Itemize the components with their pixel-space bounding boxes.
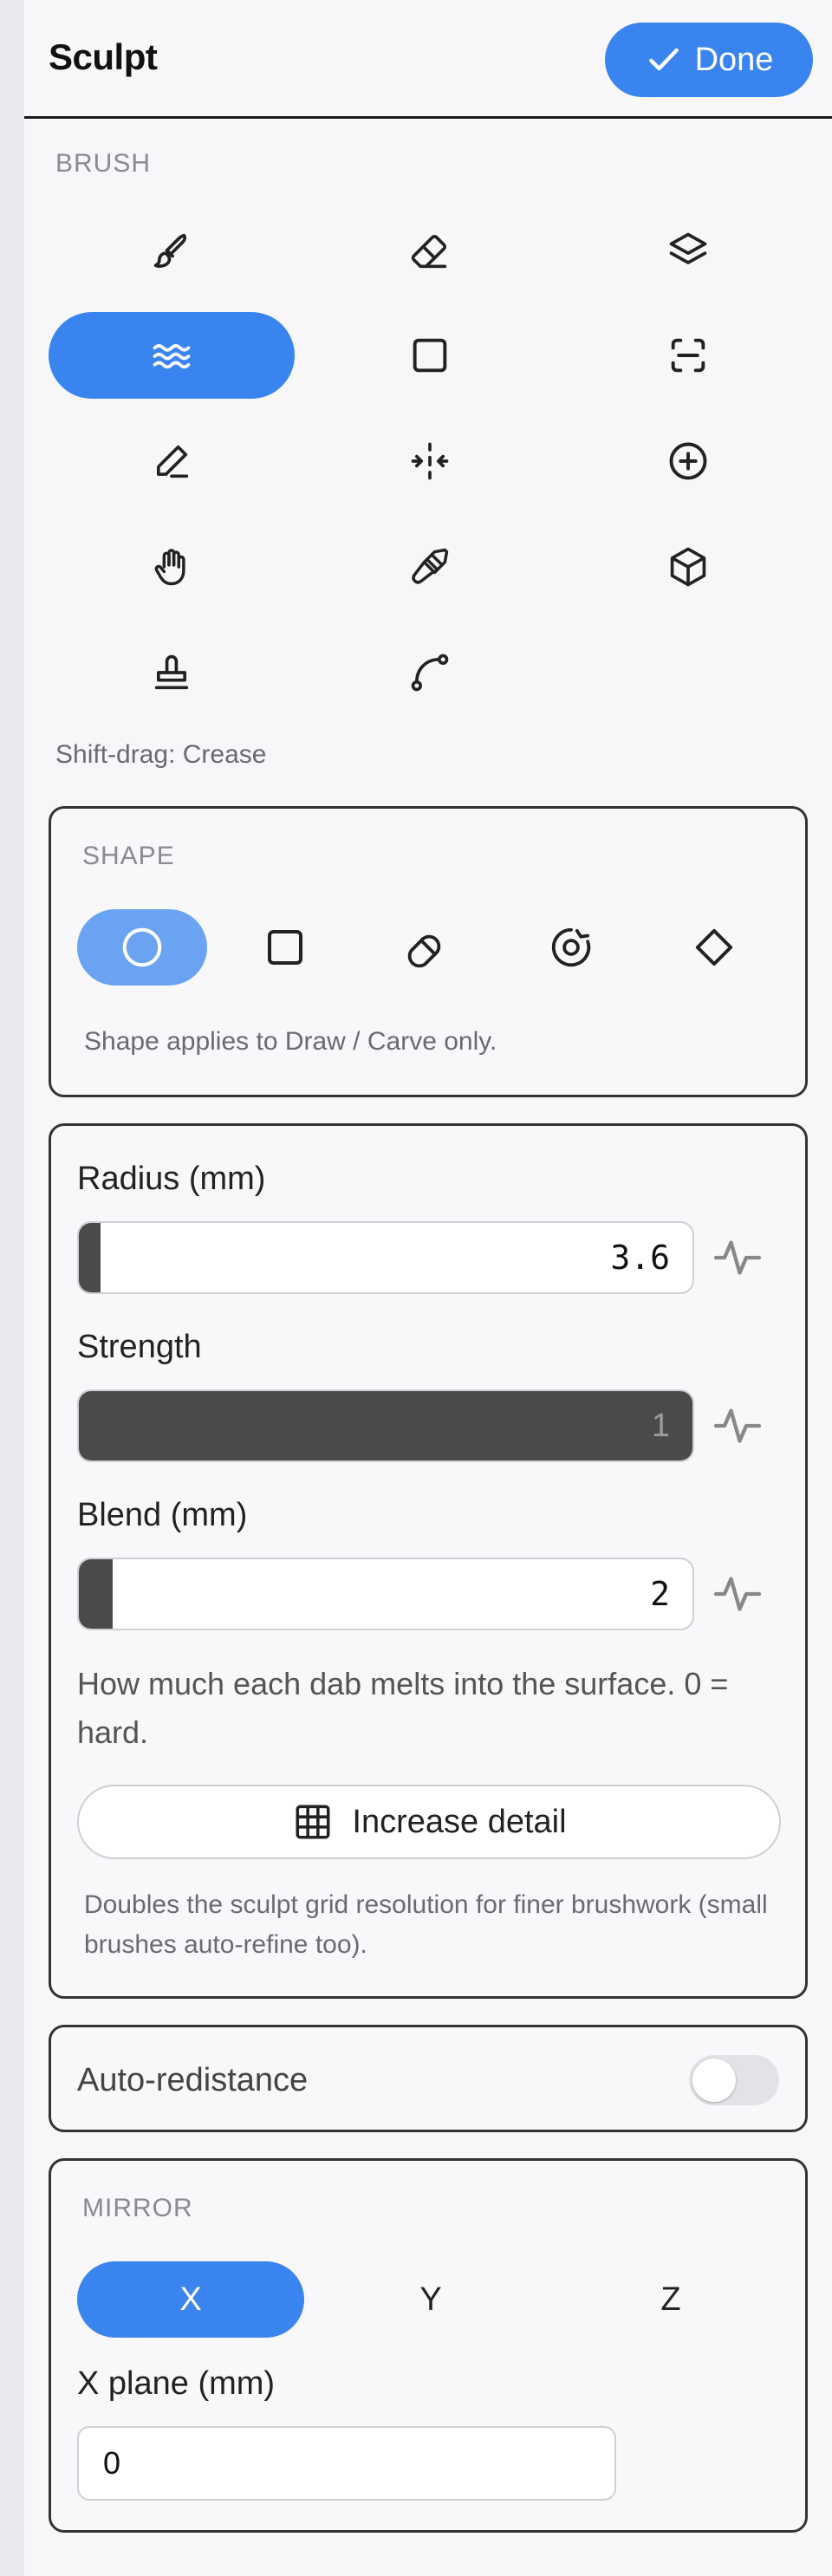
mirror-z-button[interactable]: Z [557, 2261, 784, 2338]
pinch-icon [411, 442, 449, 480]
page-title: Sculpt [49, 36, 158, 77]
plus-circle-icon [669, 442, 707, 480]
auto-redistance-toggle[interactable] [689, 2055, 779, 2105]
mirror-card: MIRROR X Y Z X plane (mm) 0 [49, 2158, 808, 2533]
mirror-x-button[interactable]: X [77, 2261, 304, 2338]
brush-tool-grab[interactable] [49, 524, 295, 610]
increase-detail-description: Doubles the sculpt grid resolution for f… [84, 1890, 768, 1959]
square-icon [413, 338, 447, 373]
waves-icon [153, 344, 191, 369]
shape-square-button[interactable] [220, 909, 350, 986]
square-icon [267, 929, 303, 966]
x-plane-label: X plane (mm) [77, 2365, 276, 2402]
brush-tool-flatten[interactable] [307, 312, 553, 399]
blend-label: Blend (mm) [77, 1497, 248, 1533]
paint-brush-icon [412, 548, 449, 584]
blend-value: 2 [650, 1575, 670, 1613]
layers-icon [669, 232, 707, 264]
hand-icon [154, 549, 185, 586]
strength-slider-fill [79, 1391, 692, 1460]
shape-pill-button[interactable] [363, 909, 493, 986]
blend-slider-fill [79, 1559, 113, 1629]
cube-icon [670, 547, 706, 587]
circle-icon [122, 927, 162, 967]
pill-icon [407, 934, 441, 968]
radius-label: Radius (mm) [77, 1161, 266, 1197]
brush-tool-erase[interactable] [307, 208, 553, 295]
mirror-y-button[interactable]: Y [317, 2261, 544, 2338]
mirror-section-label: MIRROR [82, 2194, 193, 2222]
scan-icon [671, 338, 705, 373]
done-label: Done [694, 41, 774, 78]
brush-section-label: BRUSH [55, 149, 152, 178]
pulse-icon[interactable] [712, 1400, 764, 1452]
brush-tool-draw[interactable] [49, 208, 295, 295]
auto-redistance-label: Auto-redistance [77, 2062, 309, 2098]
brush-tool-stamp[interactable] [49, 629, 295, 716]
auto-redistance-card: Auto-redistance [49, 2025, 808, 2132]
brush-params-card: Radius (mm) 3.6 Strength 1 Blend (mm) 2 … [49, 1123, 808, 1999]
check-icon [648, 48, 679, 71]
strength-value: 1 [651, 1408, 670, 1444]
stamp-icon [154, 654, 189, 690]
shape-target-button[interactable] [506, 909, 636, 986]
increase-detail-label: Increase detail [352, 1803, 567, 1840]
radius-value: 3.6 [610, 1239, 670, 1277]
shape-diamond-button[interactable] [649, 909, 779, 986]
brush-tool-carve[interactable] [49, 418, 295, 504]
shape-card: SHAPE Shape applies to Draw / Carve only… [49, 806, 808, 1097]
curve-icon [411, 654, 449, 692]
x-plane-input[interactable]: 0 [77, 2426, 616, 2501]
blend-description: How much each dab melts into the surface… [77, 1666, 729, 1750]
grid-icon [296, 1805, 330, 1839]
brush-tool-smooth[interactable] [49, 312, 295, 399]
pulse-icon[interactable] [712, 1568, 764, 1620]
sculpt-panel: Sculpt Done BRUSH Shift-drag: Crease SHA… [24, 0, 832, 2576]
increase-detail-button[interactable]: Increase detail [77, 1785, 781, 1859]
strength-slider[interactable]: 1 [77, 1389, 694, 1462]
pencil-icon [156, 445, 189, 478]
brush-tool-curve[interactable] [307, 629, 553, 716]
shape-circle-button[interactable] [77, 909, 207, 986]
brush-hint: Shift-drag: Crease [55, 740, 267, 769]
diamond-icon [695, 928, 733, 966]
radius-slider-fill [79, 1223, 101, 1292]
brush-tool-paint[interactable] [307, 524, 553, 610]
toggle-knob [692, 2059, 736, 2102]
brush-tool-pinch[interactable] [307, 418, 553, 504]
brush-tool-scan[interactable] [565, 312, 811, 399]
brush-tool-layer[interactable] [565, 208, 811, 295]
brush-tool-box[interactable] [565, 524, 811, 610]
pulse-icon[interactable] [712, 1232, 764, 1284]
done-button[interactable]: Done [605, 23, 813, 97]
blend-slider[interactable]: 2 [77, 1558, 694, 1630]
eraser-icon [411, 235, 447, 269]
shape-section-label: SHAPE [82, 842, 175, 870]
strength-label: Strength [77, 1329, 202, 1365]
panel-header: Sculpt Done [24, 0, 832, 119]
radius-slider[interactable]: 3.6 [77, 1221, 694, 1294]
shape-hint: Shape applies to Draw / Carve only. [84, 1027, 497, 1056]
brush-icon [153, 233, 187, 268]
brush-tool-inflate[interactable] [565, 418, 811, 504]
target-icon [551, 927, 591, 967]
